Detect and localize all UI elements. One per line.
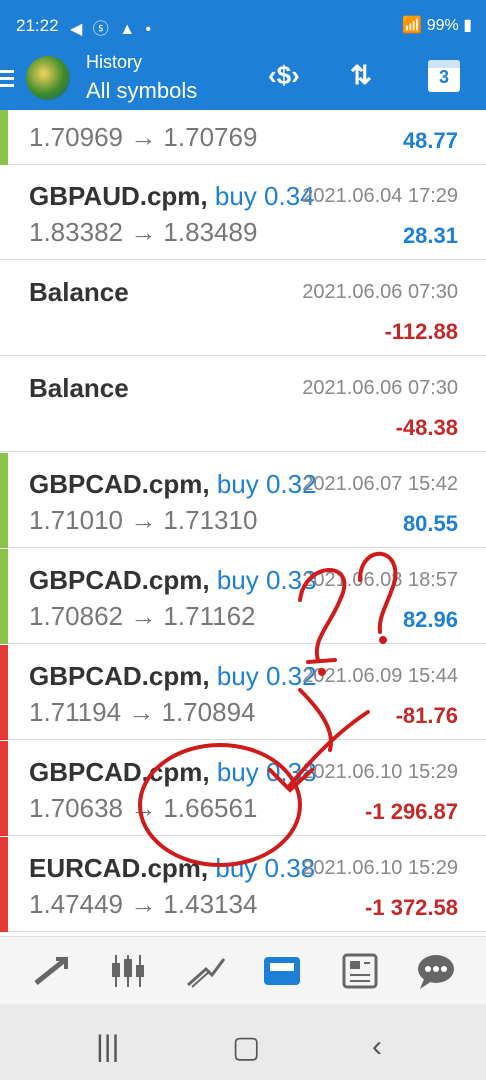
row-datetime: 2021.06.10 15:29: [302, 761, 458, 783]
row-prices: 1.47449 → 1.43134: [29, 889, 258, 919]
history-row-5[interactable]: GBPCAD.cpm, buy 0.33 2021.06.08 18:57 1.…: [0, 549, 486, 644]
row-prices: 1.83382 → 1.83489: [29, 217, 258, 247]
row-profit: 48.77: [402, 128, 458, 153]
row-profit: -1 296.87: [365, 799, 458, 824]
row-prices: 1.70862 → 1.71162: [29, 601, 256, 631]
app-logo-icon: [26, 56, 70, 100]
row-prices: 1.70969 → 1.70769: [29, 122, 258, 152]
bottom-navigation: [0, 936, 486, 1005]
row-datetime: 2021.06.09 15:44: [302, 665, 458, 687]
row-symbol: GBPCAD.cpm, buy 0.33: [29, 565, 317, 595]
calendar-icon[interactable]: 3: [428, 60, 460, 92]
history-row-1[interactable]: GBPAUD.cpm, buy 0.34 2021.06.04 17:29 1.…: [0, 165, 486, 260]
row-profit: 80.55: [402, 511, 458, 536]
status-bar: 21:22 ◀ ⓢ ▲ • 📶 99% ▮: [0, 0, 486, 52]
row-status-bar: [0, 110, 8, 165]
row-symbol: GBPCAD.cpm, buy 0.32: [29, 469, 317, 499]
calendar-day: 3: [438, 67, 449, 87]
row-profit: -1 372.58: [365, 895, 458, 920]
row-datetime: 2021.06.06 07:30: [302, 377, 458, 399]
history-row-7[interactable]: GBPCAD.cpm, buy 0.38 2021.06.10 15:29 1.…: [0, 741, 486, 836]
history-row-8[interactable]: EURCAD.cpm, buy 0.38 2021.06.10 15:29 1.…: [0, 837, 486, 932]
row-prices: 1.71010 → 1.71310: [29, 505, 258, 535]
row-status-bar: [0, 741, 8, 836]
row-profit: -112.88: [384, 319, 458, 344]
row-datetime: 2021.06.06 07:30: [302, 281, 458, 303]
row-symbol: GBPCAD.cpm, buy 0.38: [29, 757, 317, 787]
chart-icon[interactable]: [106, 951, 150, 991]
row-datetime: 2021.06.10 15:29: [302, 857, 458, 879]
row-datetime: 2021.06.04 17:29: [302, 185, 458, 207]
history-list[interactable]: 1.70969 → 1.70769 48.77 GBPAUD.cpm, buy …: [0, 110, 486, 936]
history-row-2[interactable]: Balance 2021.06.06 07:30 -112.88: [0, 261, 486, 356]
row-profit: 28.31: [402, 223, 458, 248]
back-icon[interactable]: ‹: [372, 1030, 382, 1064]
row-symbol: GBPCAD.cpm, buy 0.32: [29, 661, 317, 691]
status-time: 21:22: [16, 16, 59, 35]
row-symbol: Balance: [29, 373, 129, 403]
row-symbol: Balance: [29, 277, 129, 307]
menu-icon[interactable]: [0, 66, 14, 90]
symbol-filter[interactable]: All symbols: [86, 78, 197, 104]
app-bar: History All symbols ‹$› ⇅ 3: [0, 52, 486, 110]
history-row-6[interactable]: GBPCAD.cpm, buy 0.32 2021.06.09 15:44 1.…: [0, 645, 486, 740]
row-profit: -81.76: [395, 703, 458, 728]
history-icon[interactable]: [260, 951, 304, 991]
row-datetime: 2021.06.08 18:57: [302, 569, 458, 591]
row-symbol: GBPAUD.cpm, buy 0.34: [29, 181, 315, 211]
chat-icon[interactable]: [414, 951, 458, 991]
home-icon[interactable]: ▢: [232, 1030, 260, 1065]
row-status-bar: [0, 645, 8, 740]
notification-icons: ◀ ⓢ ▲ •: [70, 21, 155, 38]
recent-apps-icon[interactable]: |||: [96, 1030, 119, 1064]
quotes-icon[interactable]: [30, 951, 74, 991]
row-status-bar: [0, 453, 8, 548]
page-title: History: [86, 52, 143, 72]
row-status-bar: [0, 837, 8, 932]
row-datetime: 2021.06.07 15:42: [302, 473, 458, 495]
sort-icon[interactable]: ⇅: [350, 60, 372, 91]
row-prices: 1.71194 → 1.70894: [29, 697, 256, 727]
news-icon[interactable]: [338, 951, 382, 991]
battery-percent: 99%: [426, 17, 459, 34]
status-right: 📶 99% ▮: [402, 15, 472, 35]
row-type: buy 0.38: [215, 853, 316, 883]
row-profit: 82.96: [402, 607, 458, 632]
row-profit: -48.38: [395, 415, 458, 440]
system-navigation: ||| ▢ ‹: [0, 1004, 486, 1080]
history-row-4[interactable]: GBPCAD.cpm, buy 0.32 2021.06.07 15:42 1.…: [0, 453, 486, 548]
history-row-3[interactable]: Balance 2021.06.06 07:30 -48.38: [0, 357, 486, 452]
row-symbol: EURCAD.cpm, buy 0.38: [29, 853, 316, 883]
row-status-bar: [0, 549, 8, 644]
wifi-icon: 📶: [402, 17, 423, 34]
currency-filter-icon[interactable]: ‹$›: [268, 60, 300, 91]
trade-icon[interactable]: [184, 951, 228, 991]
row-prices: 1.70638 → 1.66561: [29, 793, 258, 823]
row-type: buy 0.34: [214, 181, 315, 211]
history-row-0[interactable]: 1.70969 → 1.70769 48.77: [0, 110, 486, 165]
battery-icon: ▮: [463, 17, 472, 34]
